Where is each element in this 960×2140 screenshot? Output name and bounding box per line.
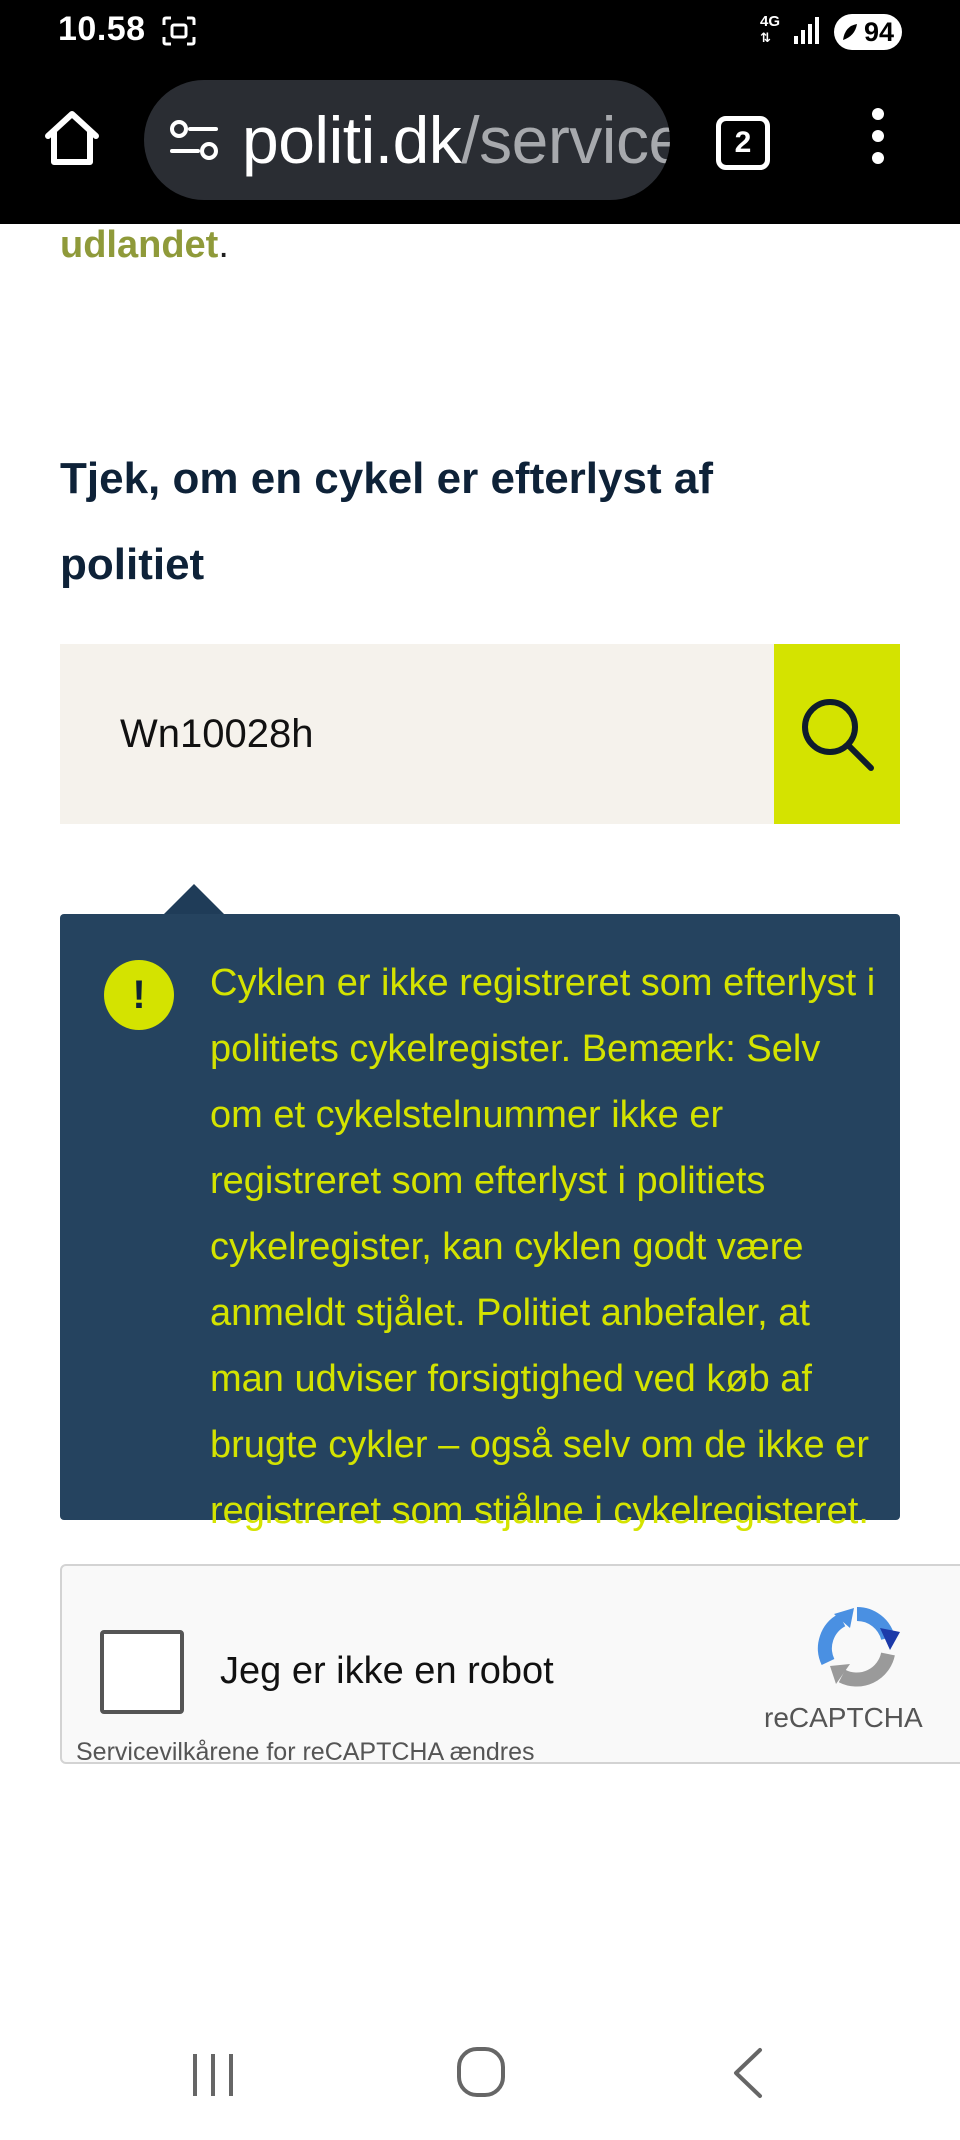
home-nav-icon[interactable] <box>456 2044 506 2100</box>
captcha-terms-notice: Servicevilkårene for reCAPTCHA ændres <box>76 1738 535 1766</box>
home-icon[interactable] <box>40 106 104 170</box>
exclamation-icon: ! <box>104 960 174 1030</box>
recaptcha-widget: Jeg er ikke en robot reCAPTCHA Servicevi… <box>60 1564 960 1766</box>
tab-count: 2 <box>734 126 752 159</box>
search-button[interactable] <box>774 644 900 824</box>
battery-level: 94 <box>863 16 894 47</box>
address-bar[interactable]: politi.dk/service <box>144 80 670 200</box>
recents-icon[interactable] <box>190 2050 236 2100</box>
site-settings-icon[interactable] <box>168 118 220 162</box>
status-bar: 10.58 4G ⇅ 94 <box>0 0 960 64</box>
recaptcha-brand: reCAPTCHA <box>764 1702 923 1733</box>
link-paragraph-end: udlandet. <box>60 224 229 266</box>
url-path: /service <box>461 103 670 177</box>
alert-pointer <box>164 884 224 914</box>
search-icon <box>802 699 874 771</box>
back-icon[interactable] <box>730 2046 766 2100</box>
alert-message: Cyklen er ikke registreret som efterlyst… <box>210 962 876 1532</box>
search-form <box>60 644 900 824</box>
udlandet-link[interactable]: udlandet <box>60 224 218 266</box>
url-text[interactable]: politi.dk/service <box>242 102 670 178</box>
tabs-button[interactable]: 2 <box>716 116 770 170</box>
recaptcha-logo-icon <box>817 1607 900 1687</box>
captcha-checkbox[interactable] <box>100 1630 184 1714</box>
status-time: 10.58 <box>58 10 146 48</box>
system-nav-bar <box>0 1994 960 2140</box>
more-menu-icon[interactable] <box>866 108 890 172</box>
battery-indicator: 94 <box>834 14 902 50</box>
screenshot-icon <box>162 16 196 46</box>
battery-saver-icon <box>843 24 857 40</box>
url-host: politi.dk <box>242 103 462 177</box>
page-content: udlandet. Tjek, om en cykel er efterlyst… <box>0 224 960 1994</box>
frame-number-input[interactable] <box>120 644 760 824</box>
page-heading: Tjek, om en cykel er efterlyst af politi… <box>60 454 713 589</box>
signal-icon <box>794 17 819 44</box>
network-type: 4G ⇅ <box>760 13 781 46</box>
result-alert: ! Cyklen er ikke registreret som efterly… <box>60 914 900 1532</box>
captcha-label: Jeg er ikke en robot <box>220 1650 554 1692</box>
browser-toolbar: politi.dk/service 2 <box>0 64 960 224</box>
